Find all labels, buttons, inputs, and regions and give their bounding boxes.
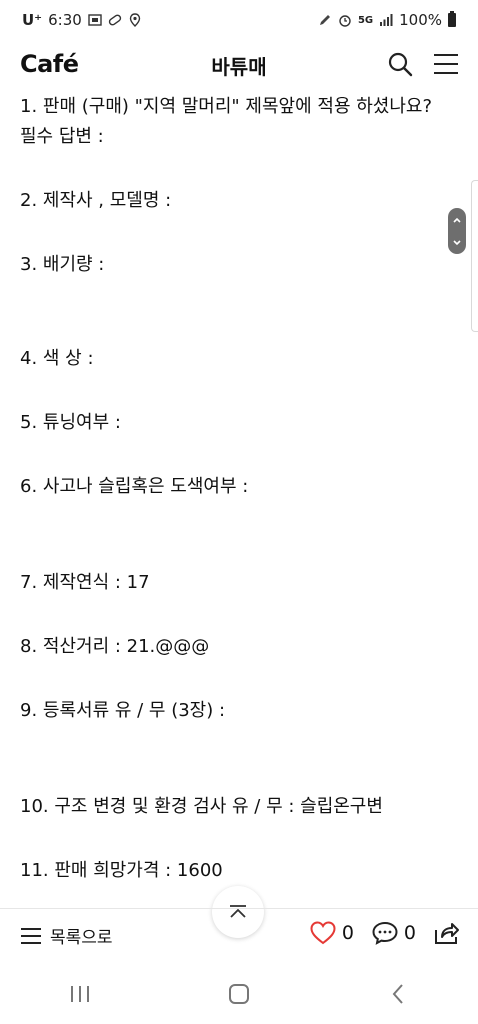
page-title: 바튜매 — [211, 54, 267, 79]
pen-icon — [319, 15, 330, 25]
search-icon — [388, 52, 413, 77]
post-line: 10. 구조 변경 및 환경 검사 유 / 무 : 슬립온구변 — [20, 796, 383, 817]
chevron-up-icon — [453, 217, 461, 223]
list-icon — [21, 927, 41, 944]
post-line: 7. 제작연식 : 17 — [20, 572, 150, 593]
bottom-action-bar: 목록으로 0 0 — [0, 908, 478, 965]
carrier-label: U⁺ — [22, 11, 43, 29]
location-icon — [129, 13, 140, 27]
share-button[interactable] — [434, 921, 460, 945]
post-actions: 0 0 — [310, 921, 460, 945]
screenshot-icon — [88, 14, 102, 26]
post-line: 2. 제작사 , 모델명 : — [20, 190, 172, 211]
post-line: 6. 사고나 슬립혹은 도색여부 : — [20, 476, 249, 497]
pill-icon — [108, 14, 121, 26]
status-time: 6:30 — [48, 11, 82, 29]
status-bar: U⁺ 6:30 5G 100% — [0, 0, 478, 40]
like-button[interactable]: 0 — [310, 921, 354, 945]
heart-icon — [310, 921, 336, 945]
battery-icon — [448, 11, 456, 27]
post-line: 3. 배기량 : — [20, 254, 105, 275]
chevron-down-icon — [453, 239, 461, 245]
home-button[interactable] — [219, 974, 259, 1014]
like-count: 0 — [341, 922, 354, 944]
comment-icon — [372, 921, 398, 945]
post-line: 11. 판매 희망가격 : 1600 — [20, 860, 223, 881]
alarm-icon — [339, 15, 351, 27]
scroll-rail[interactable] — [471, 180, 478, 332]
home-icon — [228, 984, 249, 1004]
post-line: 8. 적산거리 : 21.@@@ — [20, 636, 210, 657]
search-button[interactable] — [386, 50, 414, 78]
back-button[interactable] — [378, 974, 418, 1014]
post-line: 5. 튜닝여부 : — [20, 412, 121, 433]
share-icon — [435, 923, 459, 944]
back-to-list-button[interactable]: 목록으로 — [20, 923, 113, 948]
post-line: 필수 답변 : — [20, 126, 104, 147]
post-content: 1. 판매 (구매) "지역 말머리" 제목앞에 적용 하셨나요? 필수 답변 … — [20, 86, 460, 906]
header-actions — [386, 50, 460, 78]
post-line: 4. 색 상 : — [20, 348, 94, 369]
network-label: 5G — [357, 14, 374, 26]
back-to-list-label: 목록으로 — [50, 928, 113, 948]
post-line: 1. 판매 (구매) "지역 말머리" 제목앞에 적용 하셨나요? — [20, 96, 433, 117]
recent-apps-button[interactable] — [60, 974, 100, 1014]
recent-apps-icon — [70, 986, 89, 1002]
cafe-logo[interactable]: Café — [20, 50, 79, 78]
back-icon — [392, 984, 404, 1004]
system-nav-bar — [0, 964, 478, 1024]
status-left: U⁺ 6:30 — [22, 11, 142, 29]
menu-icon — [434, 54, 458, 74]
menu-button[interactable] — [432, 50, 460, 78]
battery-percent: 100% — [399, 11, 442, 29]
status-right: 5G 100% — [318, 11, 456, 29]
app-header: Café 바튜매 — [0, 40, 478, 90]
comment-count: 0 — [403, 922, 416, 944]
post-line: 9. 등록서류 유 / 무 (3장) : — [20, 700, 226, 721]
comment-button[interactable]: 0 — [372, 921, 416, 945]
scroll-handle[interactable] — [448, 208, 466, 254]
signal-icon — [380, 14, 393, 26]
